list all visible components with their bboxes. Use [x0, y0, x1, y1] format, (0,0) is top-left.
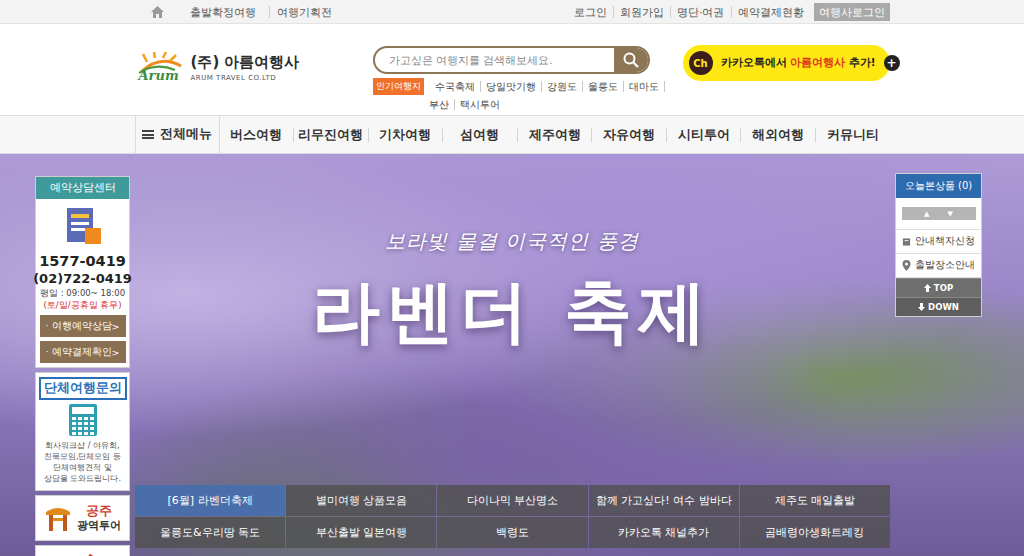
home-icon[interactable] — [151, 6, 164, 18]
kakao-button[interactable]: Ch카카오톡에서 아름여행사 추가!+ — [683, 45, 890, 81]
business-hours: 평일 : 09:00~ 18:00 — [40, 287, 125, 299]
consult-button[interactable]: · 여행예약상담> — [40, 315, 126, 337]
search-input[interactable] — [375, 54, 614, 66]
pin-icon — [902, 260, 911, 271]
promo-text: 공주광역투어 — [77, 503, 121, 533]
header: Arum (주) 아름여행사 ARUM TRAVEL CO.LTD 인기여행지 수국축제… — [0, 24, 1024, 115]
menu-icon — [142, 130, 154, 139]
recent-title: 오늘본상품 (0) — [896, 174, 981, 198]
right-quick-menu: 오늘본상품 (0)▲▼안내책자신청출발장소안내TOPDOWN — [895, 173, 982, 317]
quick-link[interactable]: 출발장소안내 — [896, 254, 981, 278]
group-inquiry[interactable]: 단체여행문의회사워크샵 / 야유회, 친목모임,단체모임 등 단체여행견적 및 … — [35, 372, 130, 491]
home-button[interactable] — [147, 1, 169, 23]
search-button[interactable] — [614, 48, 648, 72]
popular-row: 부산택시투어 — [373, 99, 650, 110]
search-box — [373, 46, 650, 74]
nav-item[interactable]: 해외여행 — [740, 128, 815, 142]
top-button[interactable]: TOP — [896, 278, 981, 297]
phone-number: (02)722-0419 — [33, 270, 132, 287]
popular-item[interactable]: 울릉도 — [583, 81, 624, 92]
group-text: 회사워크샵 / 야유회, 친목모임,단체모임 등 단체여행견적 및 상담을 도와… — [40, 440, 125, 484]
gate-icon — [45, 504, 71, 532]
nav-item[interactable]: 기차여행 — [368, 128, 443, 142]
popular-item[interactable]: 당일맛기행 — [481, 81, 542, 92]
all-menu-button[interactable]: 전체메뉴 — [135, 116, 220, 153]
nav-item[interactable]: 리무진여행 — [293, 128, 368, 142]
kakao-channel-icon: Ch — [689, 51, 713, 75]
top-left-links: 출발확정여행 여행기획전 — [135, 1, 569, 23]
popular-tag: 인기여행지 — [373, 78, 424, 95]
popular-item[interactable]: 수국축제 — [430, 81, 481, 92]
left-quick-menu: 예약상담센터 1577-0419(02)722-0419평일 : 09:00~ 1… — [35, 176, 130, 556]
closed-days: (토/일/공휴일 휴무) — [43, 299, 121, 311]
popular-item[interactable]: 강원도 — [542, 81, 583, 92]
banner-tab[interactable]: 울릉도&우리땅 독도 — [135, 517, 285, 548]
plus-icon: + — [884, 55, 900, 71]
logo-mark: Arum — [135, 52, 185, 83]
consult-button[interactable]: · 예약결제확인> — [40, 341, 126, 363]
banner-tab[interactable]: 다이나믹 부산명소 — [437, 485, 587, 516]
page: 출발확정여행 여행기획전 로그인회원가입명단·여권예약결제현황 여행사로그인 Arum (… — [0, 0, 1024, 556]
arrow-icon — [63, 553, 103, 556]
logo-word: Arum — [139, 68, 179, 83]
banner-tab[interactable]: 곰배령야생화트레킹 — [740, 517, 890, 548]
magnifier-icon — [623, 52, 639, 68]
popular-row: 인기여행지수국축제당일맛기행강원도울릉도대마도 — [373, 78, 650, 95]
calculator-icon — [68, 403, 98, 437]
banner-tab[interactable]: [6월] 라벤더축제 — [135, 485, 285, 516]
arrow-down-icon — [918, 303, 925, 311]
company-name: (주) 아름여행사 — [191, 53, 300, 72]
consult-title: 예약상담센터 — [36, 177, 129, 199]
hero-banner: 보라빛 물결 이국적인 풍경라벤더 축제 예약상담센터 1577-0419(02)7… — [0, 154, 1024, 556]
main-nav: 전체메뉴버스여행리무진여행기차여행섬여행제주여행자유여행시티투어해외여행커뮤니티 — [0, 115, 1024, 154]
promo-banner[interactable]: 공주광역투어 — [35, 495, 130, 541]
top-bar: 출발확정여행 여행기획전 로그인회원가입명단·여권예약결제현황 여행사로그인 — [0, 0, 1024, 24]
popular-item[interactable]: 부산 — [424, 99, 455, 110]
consult-center: 예약상담센터 1577-0419(02)722-0419평일 : 09:00~ 1… — [35, 176, 130, 368]
kakao-text: 카카오톡에서 아름여행사 추가! — [721, 56, 876, 70]
banner-tab[interactable]: 함께 가고싶다! 여수 밤바다 — [589, 485, 739, 516]
nav-item[interactable]: 제주여행 — [517, 128, 592, 142]
nav-item[interactable]: 자유여행 — [591, 128, 666, 142]
banner-tab[interactable]: 백령도 — [437, 517, 587, 548]
phone-number: 1577-0419 — [39, 253, 126, 270]
top-link[interactable]: 여행기획전 — [269, 6, 339, 18]
arrow-up-icon — [924, 284, 931, 292]
nav-item[interactable]: 커뮤니티 — [815, 128, 890, 142]
top-right-links: 로그인회원가입명단·여권예약결제현황 여행사로그인 — [568, 3, 889, 21]
top-link[interactable]: 출발확정여행 — [183, 6, 263, 18]
nav-item[interactable]: 시티투어 — [666, 128, 741, 142]
banner-tab[interactable]: 별미여행 상품모음 — [286, 485, 436, 516]
pager-arrow[interactable]: ▲ — [924, 210, 929, 218]
banner-tab[interactable]: 제주도 매일출발 — [740, 485, 890, 516]
banner-title: 라벤더 축제 — [312, 267, 712, 358]
quick-link[interactable]: 안내책자신청 — [896, 230, 981, 254]
search-area: 인기여행지수국축제당일맛기행강원도울릉도대마도부산택시투어 — [373, 46, 650, 110]
banner-tab[interactable]: 부산출발 일본여행 — [286, 517, 436, 548]
nav-item[interactable]: 버스여행 — [220, 128, 294, 142]
top-link[interactable]: 명단·여권 — [670, 6, 730, 18]
popular-item[interactable]: 택시투어 — [455, 99, 505, 110]
top-link[interactable]: 예약결제현황 — [731, 6, 810, 18]
group-title: 단체여행문의 — [39, 377, 127, 400]
banner-subtitle: 보라빛 물결 이국적인 풍경 — [385, 228, 638, 255]
top-link[interactable]: 회원가입 — [613, 6, 670, 18]
document-icon — [63, 206, 103, 246]
popular-item[interactable]: 대마도 — [624, 81, 665, 92]
logo[interactable]: Arum (주) 아름여행사 ARUM TRAVEL CO.LTD — [135, 52, 300, 83]
top-link[interactable]: 로그인 — [568, 6, 613, 18]
banner-tab[interactable]: 카카오톡 채널추가 — [589, 517, 739, 548]
promo-banner[interactable] — [35, 545, 130, 556]
banner-tabs: [6월] 라벤더축제별미여행 상품모음다이나믹 부산명소함께 가고싶다! 여수 … — [135, 485, 890, 548]
down-button[interactable]: DOWN — [896, 297, 981, 316]
company-english: ARUM TRAVEL CO.LTD — [191, 74, 300, 82]
nav-item[interactable]: 섬여행 — [442, 128, 517, 142]
pager-arrow[interactable]: ▼ — [948, 210, 953, 218]
agency-login-button[interactable]: 여행사로그인 — [814, 3, 890, 21]
book-icon — [902, 237, 911, 247]
recent-pager: ▲▼ — [902, 207, 976, 220]
